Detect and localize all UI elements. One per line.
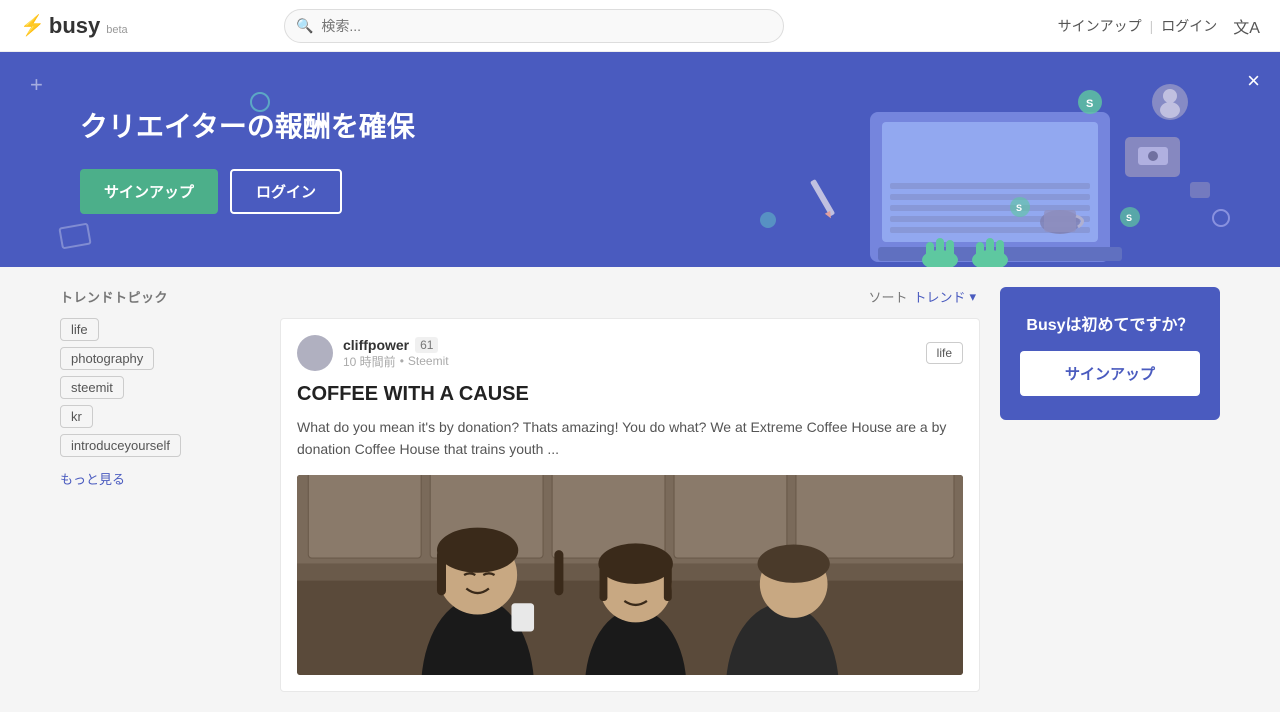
post-title[interactable]: COFFEE WITH A CAUSE [297,383,963,406]
language-button[interactable]: 文A [1233,14,1260,38]
main-layout: トレンドトピック life photography steemit kr int… [40,267,1240,712]
right-sidebar: Busyは初めてですか？ サインアップ [1000,287,1220,692]
header-signup-link[interactable]: サインアップ [1058,16,1142,36]
logo[interactable]: ⚡ busy beta [20,13,128,39]
signup-box: Busyは初めてですか？ サインアップ [1000,287,1220,420]
svg-text:S: S [1086,98,1093,110]
post-image[interactable] [297,475,963,675]
svg-text:S: S [1016,203,1022,213]
post-meta: cliffpower 61 10 時間前 • Steemit life [297,335,963,371]
search-bar: 🔍 [284,9,784,43]
banner-illustration: S S S [570,52,1220,267]
post-image-inner [297,475,963,675]
header-divider: | [1150,18,1154,34]
tag-photography[interactable]: photography [60,347,154,370]
banner-login-button[interactable]: ログイン [230,169,342,214]
deco-plus: + [30,72,43,98]
author-avatar[interactable] [297,335,333,371]
banner-content: クリエイターの報酬を確保 サインアップ ログイン [80,105,415,214]
header-right: サインアップ | ログイン 文A [1058,14,1260,38]
tag-steemit[interactable]: steemit [60,376,124,399]
sort-dropdown[interactable]: トレンド ▾ [913,287,976,306]
logo-text: busy [49,13,100,39]
sort-label: ソート [868,287,907,306]
banner-buttons: サインアップ ログイン [80,169,415,214]
tag-life[interactable]: life [60,318,99,341]
post-tag-badge[interactable]: life [926,342,963,364]
more-topics-link[interactable]: もっと見る [60,469,260,488]
post-author-info: cliffpower 61 10 時間前 • Steemit [343,337,449,370]
feed-area: ソート トレンド ▾ cliffpower 61 10 時間前 [280,287,980,692]
banner-signup-button[interactable]: サインアップ [80,169,218,214]
post-card: cliffpower 61 10 時間前 • Steemit life COFF… [280,318,980,692]
sort-value: トレンド [913,287,965,306]
post-source: Steemit [408,354,449,368]
deco-rect [58,223,91,250]
logo-beta: beta [106,24,127,36]
signup-box-title: Busyは初めてですか？ [1026,311,1193,335]
feed-header: ソート トレンド ▾ [280,287,980,306]
banner-title: クリエイターの報酬を確保 [80,105,415,145]
post-author-row: cliffpower 61 10 時間前 • Steemit [297,335,449,371]
deco-circle-2 [1212,209,1230,227]
tag-kr[interactable]: kr [60,405,93,428]
author-rep: 61 [415,337,438,353]
header: ⚡ busy beta 🔍 サインアップ | ログイン 文A [0,0,1280,52]
sort-chevron-icon: ▾ [969,289,976,305]
tags-list: life photography steemit kr introduceyou… [60,318,260,457]
author-name[interactable]: cliffpower [343,337,409,353]
author-line: cliffpower 61 [343,337,449,353]
tag-introduceyourself[interactable]: introduceyourself [60,434,181,457]
svg-text:S: S [1126,213,1132,223]
search-input[interactable] [284,9,784,43]
sidebar-section-title: トレンドトピック [60,287,260,306]
post-separator: • [400,354,404,368]
search-icon: 🔍 [296,17,313,34]
banner: + クリエイターの報酬を確保 サインアップ ログイン [0,52,1280,267]
signup-box-button[interactable]: サインアップ [1020,351,1200,396]
bolt-icon: ⚡ [20,13,45,38]
header-login-link[interactable]: ログイン [1161,16,1217,36]
banner-close-button[interactable]: × [1247,68,1260,94]
post-excerpt: What do you mean it's by donation? Thats… [297,416,963,461]
post-time: 10 時間前 [343,353,396,370]
sidebar: トレンドトピック life photography steemit kr int… [60,287,260,692]
